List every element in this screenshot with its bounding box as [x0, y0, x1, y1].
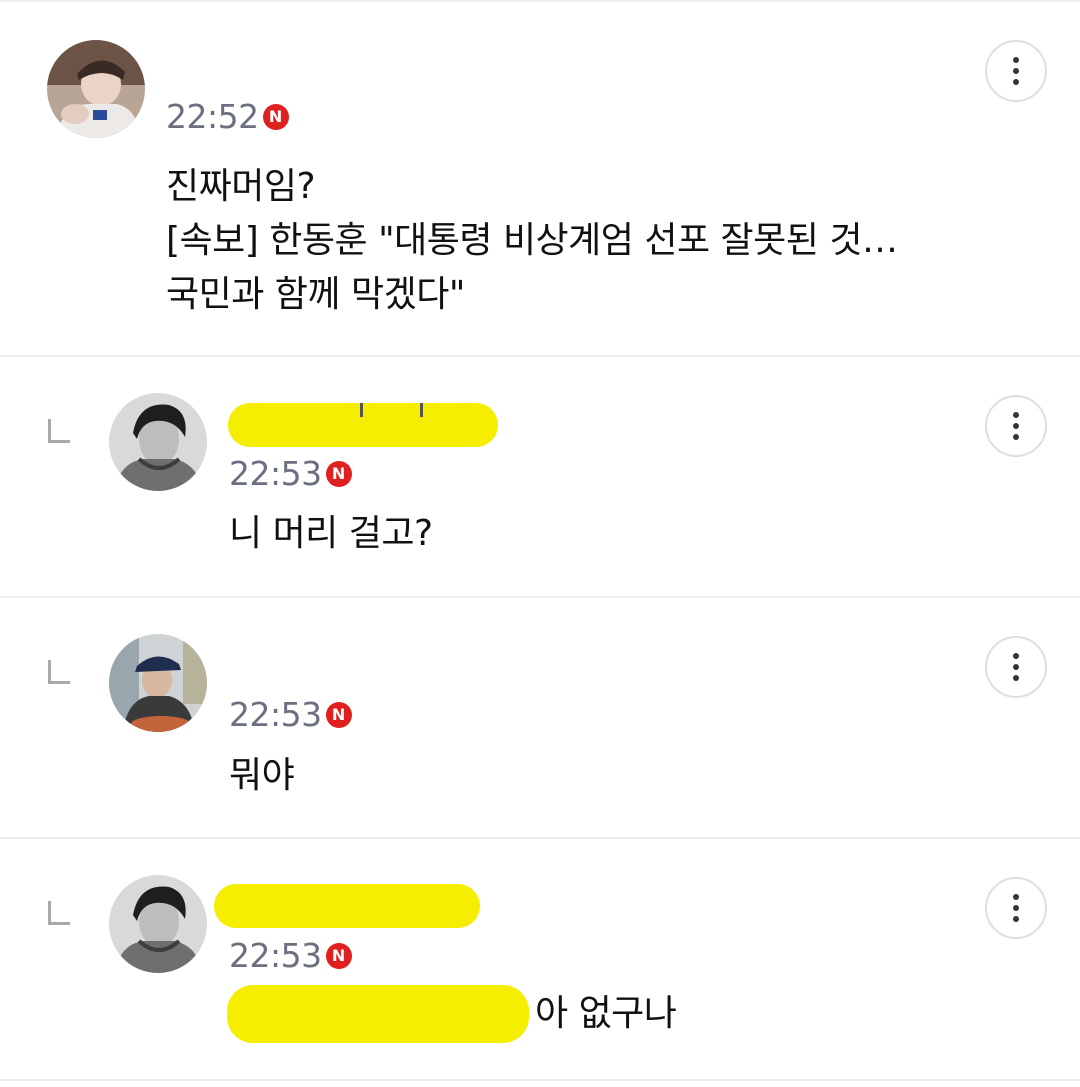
more-options-button[interactable]	[985, 395, 1047, 457]
redacted-username	[228, 403, 498, 447]
comment-line: 국민과 함께 막겠다"	[166, 274, 465, 315]
avatar-photo	[109, 393, 207, 491]
avatar[interactable]	[47, 40, 145, 138]
comment-line: [속보] 한동훈 "대통령 비상계엄 선포 잘못된 것…	[166, 220, 898, 261]
comment-meta: 22:53 N	[229, 695, 352, 734]
reply-item: 22:53 N 니 머리 걸고?	[0, 357, 1080, 598]
reply-arrow-icon	[48, 901, 70, 925]
comment-text: 아 없구나	[227, 985, 677, 1043]
avatar-photo	[47, 40, 145, 138]
avatar[interactable]	[109, 875, 207, 973]
more-vertical-icon	[1013, 412, 1019, 418]
reply-item: 22:53 N 뭐야	[0, 598, 1080, 839]
comment-text-visible: 아 없구나	[535, 993, 677, 1034]
avatar[interactable]	[109, 634, 207, 732]
reply-item: 22:53 N 아 없구나	[0, 839, 1080, 1081]
comment-time: 22:53	[229, 454, 322, 493]
comment-line: 진짜머임?	[166, 166, 316, 207]
comment-time: 22:53	[229, 936, 322, 975]
new-badge-icon: N	[325, 701, 352, 728]
redacted-username	[214, 884, 480, 928]
comment-text: 뭐야	[229, 755, 295, 796]
new-badge-icon: N	[325, 460, 352, 487]
comment-item: 22:52 N 진짜머임? [속보] 한동훈 "대통령 비상계엄 선포 잘못된 …	[0, 0, 1080, 357]
new-badge-icon: N	[325, 942, 352, 969]
comment-text: 진짜머임? [속보] 한동훈 "대통령 비상계엄 선포 잘못된 것… 국민과 함…	[166, 160, 898, 322]
avatar-photo	[109, 875, 207, 973]
reply-arrow-icon	[48, 419, 70, 443]
comment-time: 22:53	[229, 695, 322, 734]
more-options-button[interactable]	[985, 40, 1047, 102]
more-vertical-icon	[1013, 894, 1019, 900]
comment-meta: 22:52 N	[166, 97, 289, 136]
comment-meta: 22:53 N	[229, 936, 352, 975]
more-options-button[interactable]	[985, 877, 1047, 939]
comment-text: 니 머리 걸고?	[229, 513, 433, 554]
redacted-text	[227, 985, 529, 1043]
more-options-button[interactable]	[985, 636, 1047, 698]
comment-time: 22:52	[166, 97, 259, 136]
avatar[interactable]	[109, 393, 207, 491]
more-vertical-icon	[1013, 653, 1019, 659]
new-badge-icon: N	[262, 103, 289, 130]
more-vertical-icon	[1013, 57, 1019, 63]
reply-arrow-icon	[48, 660, 70, 684]
avatar-photo	[109, 634, 207, 732]
comment-meta: 22:53 N	[229, 454, 352, 493]
